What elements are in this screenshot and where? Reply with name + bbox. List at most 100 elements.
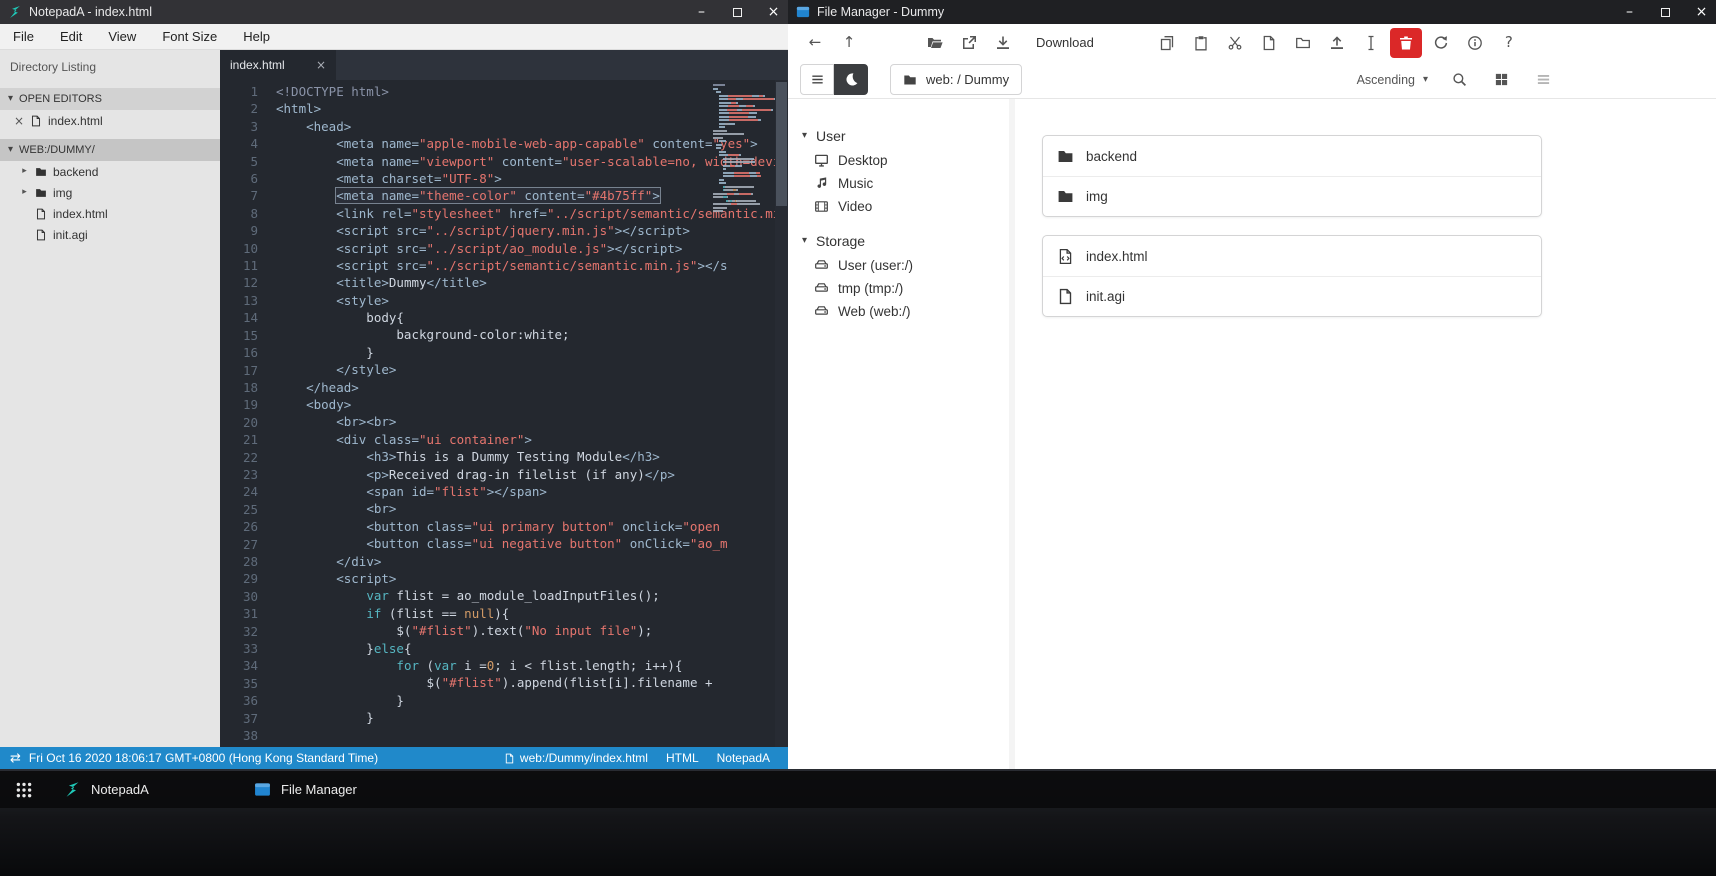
code-line: <meta name="theme-color" content="#4b75f… [276,187,788,205]
np-minimize-button[interactable]: – [687,0,716,24]
open-editor-index-html[interactable]: × index.html [0,110,220,131]
np-minimap[interactable] [713,84,776,217]
file-row-index-html[interactable]: index.html [1043,236,1541,276]
line-number: 5 [250,153,258,169]
open-button[interactable] [920,28,950,58]
fm-titlebar[interactable]: File Manager - Dummy – × [788,0,1716,24]
up-button[interactable]: ↑ [834,28,864,58]
cut-button[interactable] [1220,28,1250,58]
fm-close-button[interactable]: × [1687,0,1716,24]
open-editors-header[interactable]: ▾ OPEN EDITORS [0,88,220,110]
section-label: User [816,128,846,144]
sync-icon[interactable]: ⇄ [10,752,21,765]
delete-button[interactable] [1389,27,1422,58]
folder-icon [903,73,917,87]
statusbar-filepath: web:/Dummy/index.html [519,751,648,765]
file-row-backend[interactable]: backend [1043,136,1541,176]
fm-sidebar-item-video[interactable]: Video [788,195,1009,218]
active-line-highlight: <meta name="theme-color" content="#4b75f… [335,187,661,205]
paste-button[interactable] [1186,28,1216,58]
code-line: for (var i =0; i < flist.length; i++){ [396,657,683,673]
line-number: 1 [250,84,258,99]
code-line: <button class="ui primary button" onclic… [366,518,721,534]
chevron-down-icon: ▾ [802,130,808,141]
taskbar-item-file-manager[interactable]: File Manager [246,776,436,803]
menu-item-font-size[interactable]: Font Size [149,24,230,49]
line-number: 28 [242,553,258,569]
open-external-button[interactable] [954,28,984,58]
scrollbar-thumb[interactable] [776,82,787,206]
taskbar-item-notepada[interactable]: NotepadA [56,776,246,803]
file-row-img[interactable]: img [1043,176,1541,216]
fm-section-storage[interactable]: ▾ Storage [788,228,1009,254]
menu-item-view[interactable]: View [95,24,149,49]
code-line: <script src="../script/ao_module.js"></s… [336,240,683,256]
tab-index-html[interactable]: index.html × [220,50,336,80]
np-maximize-button[interactable] [723,0,752,24]
refresh-button[interactable] [1426,28,1456,58]
tree-item-backend[interactable]: ▸ backend [0,161,220,182]
fm-section-user[interactable]: ▾ User [788,123,1009,149]
code-line: <meta name="apple-mobile-web-app-capable… [336,136,758,152]
list-view-button[interactable] [1532,69,1554,91]
dark-mode-button[interactable] [834,64,868,95]
breadcrumb[interactable]: web: / Dummy [890,64,1023,95]
back-button[interactable]: ← [800,28,830,58]
rename-button[interactable] [1356,28,1386,58]
grid-view-button[interactable] [1490,69,1512,91]
item-label: Web (web:/) [838,304,911,319]
fm-maximize-button[interactable] [1651,0,1680,24]
file-group-2: index.html init.agi [1042,235,1542,317]
np-editor-scrollbar[interactable] [775,80,788,747]
fm-minimize-button[interactable]: – [1615,0,1644,24]
line-number: 17 [242,362,258,378]
fm-sidebar-item-web-web[interactable]: Web (web:/) [788,300,1009,323]
line-number: 31 [242,606,258,622]
code-line: <button class="ui negative button" onCli… [366,536,728,552]
fm-sidebar-item-user-user[interactable]: User (user:/) [788,254,1009,277]
code-line: <!DOCTYPE html> [276,84,389,99]
search-button[interactable] [1448,69,1470,91]
code-line: body{ [276,310,404,326]
folder-solid-icon [35,166,47,178]
file-row-init-agi[interactable]: init.agi [1043,276,1541,316]
info-button[interactable] [1460,28,1490,58]
line-number: 21 [242,432,258,448]
workspace-header[interactable]: ▾ WEB:/DUMMY/ [0,139,220,161]
np-titlebar[interactable]: NotepadA - index.html – × [0,0,788,24]
code-line: <div class="ui container"> [336,431,532,447]
download-icon-button[interactable] [988,28,1018,58]
help-button[interactable]: ? [1494,28,1524,58]
fm-sidebar-item-music[interactable]: Music [788,172,1009,195]
fm-sidebar-item-desktop[interactable]: Desktop [788,149,1009,172]
tree-item-init-agi[interactable]: init.agi [0,224,220,245]
tab-close-icon[interactable]: × [316,59,326,71]
item-label: index.html [53,206,108,221]
copy-button[interactable] [1152,28,1182,58]
tree-item-img[interactable]: ▸ img [0,182,220,203]
line-number: 4 [250,136,258,152]
download-button[interactable]: Download [1022,28,1108,58]
menu-item-file[interactable]: File [0,24,47,49]
menu-item-edit[interactable]: Edit [47,24,95,49]
new-folder-button[interactable] [1288,28,1318,58]
line-number: 14 [242,310,258,326]
sort-dropdown[interactable]: Ascending ▾ [1357,73,1428,87]
breadcrumb-path: web: / Dummy [926,72,1010,87]
code-line: </style> [336,362,397,378]
taskbar: NotepadA File Manager [0,771,1716,808]
tree-item-index-html[interactable]: index.html [0,203,220,224]
fm-sidebar-item-tmp-tmp[interactable]: tmp (tmp:/) [788,277,1009,300]
close-icon[interactable]: × [14,115,24,127]
np-editor[interactable]: 1 2 3 4 5 6 7 8 9 10 11 12 13 14 15 16 17 18 19 20 21 22 23 24 2… [220,80,788,747]
statusbar-language[interactable]: HTML [666,751,699,765]
code-line: <link rel="stylesheet" href="../script/s… [336,205,788,221]
np-close-button[interactable]: × [759,0,788,24]
app-launcher-button[interactable] [10,776,38,804]
np-code[interactable]: <!DOCTYPE html> <html> <head> <meta name=… [272,80,788,747]
new-file-button[interactable] [1254,28,1284,58]
menu-item-help[interactable]: Help [230,24,283,49]
menu-toggle-button[interactable] [800,64,834,95]
upload-button[interactable] [1322,28,1352,58]
folder-solid-icon [1057,188,1074,205]
